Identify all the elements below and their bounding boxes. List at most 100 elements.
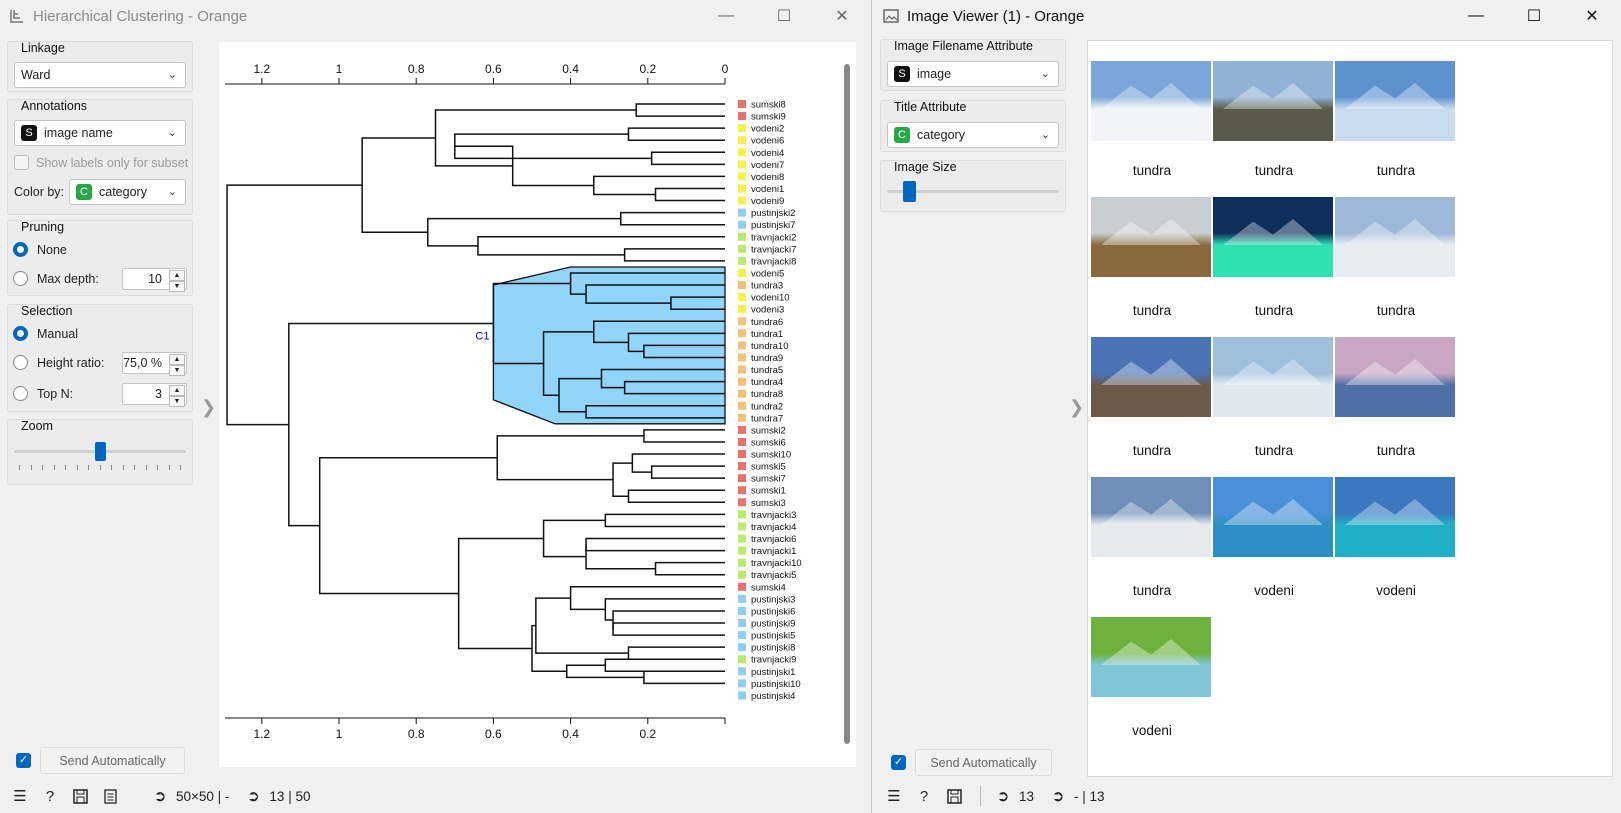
snowy-forest-image xyxy=(1091,61,1211,141)
slider-tick xyxy=(180,465,181,470)
help-icon[interactable]: ? xyxy=(42,788,58,805)
spin-up-icon[interactable]: ▲ xyxy=(169,385,185,396)
gallery-item[interactable]: tundra xyxy=(1335,57,1457,187)
spin-up-icon[interactable]: ▲ xyxy=(169,354,185,365)
leaf-label: vodeni8 xyxy=(751,172,784,183)
dendrogram-branch xyxy=(654,561,725,576)
vertical-scrollbar[interactable] xyxy=(844,64,850,744)
collapse-panel-icon[interactable]: ❯ xyxy=(201,397,216,418)
topn-label: Top N: xyxy=(37,386,74,401)
leaf-label: sumski10 xyxy=(751,450,791,461)
dendrogram-branch xyxy=(627,127,725,141)
leaf-color-marker xyxy=(738,329,746,338)
dendrogram-branch xyxy=(496,435,644,481)
report-icon[interactable] xyxy=(102,788,118,804)
snowfield-image xyxy=(1091,477,1211,557)
annotation-combo[interactable]: S image name ⌄ xyxy=(14,120,186,146)
send-auto-checkbox[interactable]: ✓ xyxy=(891,755,906,770)
linkage-combo[interactable]: Ward ⌄ xyxy=(14,62,186,88)
leaf-label: vodeni2 xyxy=(751,124,784,135)
menu-icon[interactable]: ☰ xyxy=(12,788,28,805)
zoom-slider[interactable] xyxy=(14,442,186,472)
dendrogram-branch xyxy=(585,537,725,552)
gallery-item[interactable]: tundra xyxy=(1091,197,1213,327)
slider-tick xyxy=(42,465,43,470)
image-size-slider[interactable] xyxy=(887,181,1059,203)
close-button[interactable]: ✕ xyxy=(813,0,871,32)
leaf-color-marker xyxy=(738,148,746,157)
leaf-label: sumski2 xyxy=(751,425,786,436)
manual-label: Manual xyxy=(37,326,78,341)
dendrogram-plot[interactable]: sumski8sumski9vodeni2vodeni6vodeni4voden… xyxy=(219,42,856,767)
close-button[interactable]: ✕ xyxy=(1563,0,1621,32)
help-icon[interactable]: ? xyxy=(916,788,932,805)
dendrogram-branch xyxy=(535,597,629,654)
spin-up-icon[interactable]: ▲ xyxy=(169,270,185,281)
menu-icon[interactable]: ☰ xyxy=(886,788,902,805)
radio-selected-icon xyxy=(13,242,28,257)
subset-labels-option[interactable]: Show labels only for subset xyxy=(14,155,188,170)
save-icon[interactable] xyxy=(72,788,88,804)
gallery-item[interactable]: vodeni xyxy=(1091,617,1213,747)
bottom-axis-tick-label: 0.4 xyxy=(562,727,579,741)
pruning-maxdepth-radio[interactable]: Max depth: xyxy=(13,271,99,286)
selection-manual-radio[interactable]: Manual xyxy=(13,326,78,341)
annotations-box: Annotations S image name ⌄ Show labels o… xyxy=(7,99,193,215)
gallery-item[interactable]: tundra xyxy=(1091,477,1213,607)
image-size-slider-handle[interactable] xyxy=(902,181,916,202)
send-automatically-button[interactable]: Send Automatically xyxy=(915,749,1052,776)
filename-attr-combo[interactable]: S image ⌄ xyxy=(887,61,1059,87)
gallery-item[interactable]: tundra xyxy=(1213,197,1335,327)
selection-topn-radio[interactable]: Top N: xyxy=(13,386,73,401)
chevron-down-icon: ⌄ xyxy=(1040,68,1050,80)
gallery-item[interactable]: tundra xyxy=(1091,57,1213,187)
spin-down-icon[interactable]: ▼ xyxy=(169,396,185,407)
send-auto-checkbox[interactable]: ✓ xyxy=(16,753,31,768)
selection-box: Selection Manual Height ratio: 75,0 % ▲ ▼… xyxy=(7,304,193,412)
spin-down-icon[interactable]: ▼ xyxy=(169,281,185,292)
leaf-label: sumski4 xyxy=(751,582,786,593)
zoom-slider-handle[interactable] xyxy=(94,442,106,461)
collapse-panel-icon[interactable]: ❯ xyxy=(1069,397,1084,418)
image-gallery[interactable]: tundra tundra tundra tundra tundra tundra tund… xyxy=(1087,40,1613,777)
subset-checkbox[interactable] xyxy=(14,155,29,170)
save-icon[interactable] xyxy=(946,788,962,804)
window-title: Hierarchical Clustering - Orange xyxy=(33,7,248,25)
maxdepth-spinbox[interactable]: 10 ▲ ▼ xyxy=(122,268,187,292)
categorical-type-icon: C xyxy=(894,127,910,143)
selection-height-radio[interactable]: Height ratio: xyxy=(13,355,104,370)
leaf-color-marker xyxy=(738,281,746,290)
clustering-app-icon xyxy=(9,8,25,24)
gallery-item[interactable]: vodeni xyxy=(1335,477,1457,607)
leaf-color-marker xyxy=(738,317,746,326)
send-automatically-button[interactable]: Send Automatically xyxy=(40,747,185,774)
spin-down-icon[interactable]: ▼ xyxy=(169,365,185,376)
maximize-button[interactable]: ☐ xyxy=(1505,0,1563,32)
dendrogram-branch xyxy=(627,489,725,504)
title-attr-box: Title Attribute C category ⌄ xyxy=(880,100,1066,152)
color-by-combo[interactable]: C category ⌄ xyxy=(69,179,186,205)
gallery-item[interactable]: tundra xyxy=(1335,337,1457,467)
dendrogram-branch xyxy=(650,465,725,479)
leaf-label: travnjacki10 xyxy=(751,558,802,569)
maximize-button[interactable]: ☐ xyxy=(755,0,813,32)
minimize-button[interactable]: — xyxy=(697,0,755,32)
image-caption: tundra xyxy=(1254,163,1294,178)
title-attr-combo[interactable]: C category ⌄ xyxy=(887,122,1059,148)
topn-spinbox[interactable]: 3 ▲ ▼ xyxy=(122,383,187,407)
leaf-color-marker xyxy=(738,196,746,205)
image-caption: tundra xyxy=(1376,443,1416,458)
dendrogram-branch xyxy=(427,217,621,247)
selection-label: Selection xyxy=(21,304,73,318)
pruning-none-radio[interactable]: None xyxy=(13,242,67,257)
height-ratio-spinbox[interactable]: 75,0 % ▲ ▼ xyxy=(122,352,187,376)
gallery-item[interactable]: tundra xyxy=(1213,337,1335,467)
slider-tick xyxy=(65,465,66,470)
gallery-item[interactable]: tundra xyxy=(1335,197,1457,327)
gallery-item[interactable]: tundra xyxy=(1213,57,1335,187)
dendrogram-canvas[interactable]: sumski8 sumski9 vodeni2 vodeni6 vodeni4 voden… xyxy=(219,42,856,767)
gallery-item[interactable]: tundra xyxy=(1091,337,1213,467)
gallery-item[interactable]: vodeni xyxy=(1213,477,1335,607)
minimize-button[interactable]: — xyxy=(1447,0,1505,32)
output-icon: ➲ xyxy=(247,788,260,805)
